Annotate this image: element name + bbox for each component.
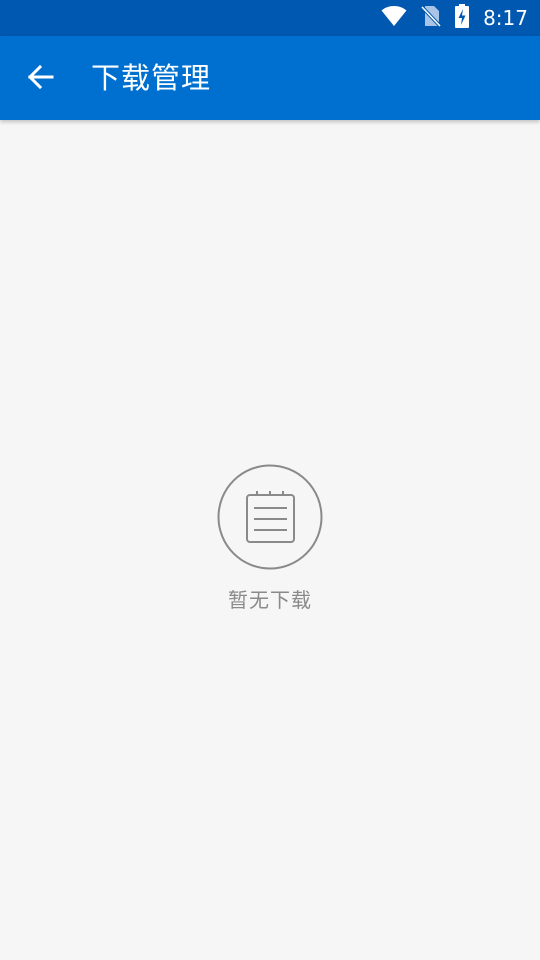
battery-charging-icon — [455, 4, 470, 32]
back-button[interactable] — [18, 56, 64, 102]
page-title: 下载管理 — [91, 61, 212, 95]
arrow-back-icon — [27, 63, 55, 95]
status-time: 8:17 — [483, 6, 528, 30]
no-sim-icon — [420, 5, 442, 31]
empty-state: 暂无下载 — [0, 464, 540, 613]
status-icons: 8:17 — [381, 0, 528, 36]
status-bar: 8:17 — [0, 0, 540, 36]
notepad-icon — [217, 464, 323, 570]
empty-message: 暂无下载 — [228, 588, 312, 612]
wifi-icon — [381, 5, 407, 31]
app-bar: 下载管理 — [0, 36, 540, 120]
